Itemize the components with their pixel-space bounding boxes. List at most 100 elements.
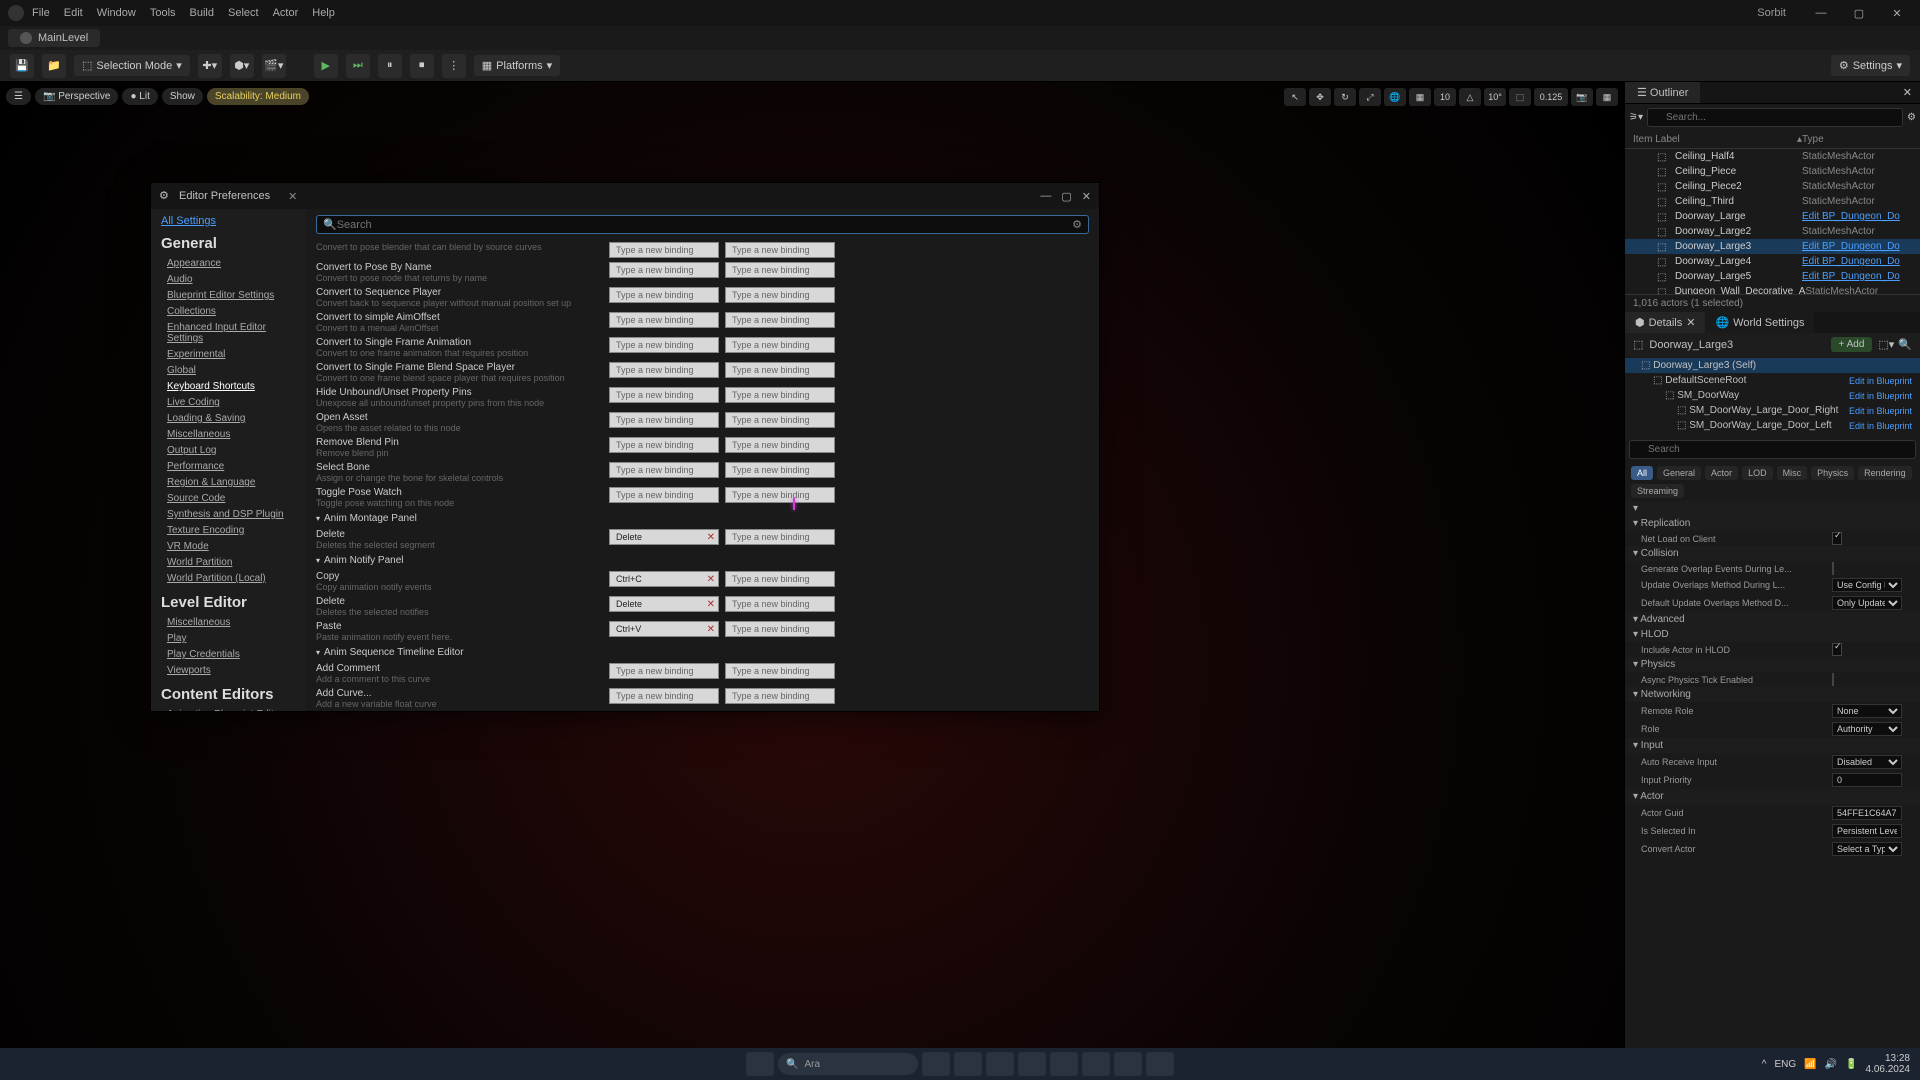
browse-icon[interactable]: 🔍 bbox=[1898, 338, 1912, 351]
lit-button[interactable]: ● Lit bbox=[122, 88, 157, 105]
surface-snap-icon[interactable]: ▦ bbox=[1409, 88, 1431, 106]
outliner-tab[interactable]: ☰ Outliner bbox=[1625, 82, 1700, 103]
category-lod[interactable]: LOD bbox=[1742, 466, 1773, 480]
outliner-row[interactable]: ⬚Ceiling_PieceStaticMeshActor bbox=[1625, 164, 1920, 179]
outliner-row[interactable]: ⬚Ceiling_ThirdStaticMeshActor bbox=[1625, 194, 1920, 209]
checkbox[interactable] bbox=[1832, 673, 1834, 686]
all-settings-link[interactable]: All Settings bbox=[161, 215, 296, 227]
details-properties[interactable]: ▾ ▾ ReplicationNet Load on Client▾ Colli… bbox=[1625, 501, 1920, 1054]
shortcut-section[interactable]: Anim Montage Panel bbox=[316, 510, 1089, 527]
sidebar-item[interactable]: Viewports bbox=[161, 663, 296, 678]
taskbar-app-7[interactable] bbox=[1114, 1052, 1142, 1076]
property-group[interactable]: ▾ Actor bbox=[1625, 789, 1920, 804]
prefs-tab-close[interactable]: ✕ bbox=[288, 190, 297, 203]
outliner-row[interactable]: ⬚Doorway_LargeEdit BP_Dungeon_Do bbox=[1625, 209, 1920, 224]
binding-input[interactable]: Type a new binding bbox=[609, 437, 719, 453]
property-select[interactable]: Use Config Default bbox=[1832, 578, 1902, 592]
select-tool-icon[interactable]: ↖ bbox=[1284, 88, 1306, 106]
scale-snap-value[interactable]: 0.125 bbox=[1534, 88, 1568, 106]
property-group[interactable]: ▾ Advanced bbox=[1625, 612, 1920, 627]
sidebar-item[interactable]: Region & Language bbox=[161, 475, 296, 490]
minimize-button[interactable]: — bbox=[1806, 7, 1836, 20]
property-group[interactable]: ▾ Collision bbox=[1625, 546, 1920, 561]
outliner-search-input[interactable] bbox=[1647, 108, 1903, 127]
sidebar-item[interactable]: Source Code bbox=[161, 491, 296, 506]
settings-icon[interactable]: ⚙ bbox=[1907, 112, 1916, 123]
binding-input-2[interactable]: Type a new binding bbox=[725, 688, 835, 704]
scalability-button[interactable]: Scalability: Medium bbox=[207, 88, 309, 105]
binding-input[interactable]: Delete✕ bbox=[609, 596, 719, 612]
checkbox[interactable] bbox=[1832, 532, 1842, 545]
prefs-maximize-button[interactable]: ▢ bbox=[1061, 190, 1071, 203]
tray-chevron-icon[interactable]: ^ bbox=[1762, 1059, 1767, 1070]
outliner-row[interactable]: ⬚Doorway_Large3Edit BP_Dungeon_Do bbox=[1625, 239, 1920, 254]
outliner-row[interactable]: ⬚Doorway_Large5Edit BP_Dungeon_Do bbox=[1625, 269, 1920, 284]
sidebar-item[interactable]: Audio bbox=[161, 272, 296, 287]
sidebar-item[interactable]: Experimental bbox=[161, 347, 296, 362]
sidebar-item[interactable]: Blueprint Editor Settings bbox=[161, 288, 296, 303]
binding-input[interactable]: Type a new binding bbox=[609, 287, 719, 303]
sidebar-item[interactable]: Enhanced Input Editor Settings bbox=[161, 320, 296, 346]
menu-window[interactable]: Window bbox=[97, 7, 136, 19]
component-row[interactable]: ⬚ SM_DoorWay_Large_Door_LeftEdit in Blue… bbox=[1625, 418, 1920, 433]
maximize-button[interactable]: ▢ bbox=[1844, 7, 1874, 20]
binding-input[interactable]: Type a new binding bbox=[609, 412, 719, 428]
prefs-sidebar[interactable]: All Settings GeneralAppearanceAudioBluep… bbox=[151, 209, 306, 711]
binding-input[interactable]: Delete✕ bbox=[609, 529, 719, 545]
sidebar-item[interactable]: Appearance bbox=[161, 256, 296, 271]
add-component-button[interactable]: + Add bbox=[1831, 337, 1873, 352]
checkbox[interactable] bbox=[1832, 643, 1842, 656]
cinematics-button[interactable]: 🎬▾ bbox=[262, 54, 286, 78]
play-options-button[interactable]: ⋮ bbox=[442, 54, 466, 78]
category-actor[interactable]: Actor bbox=[1705, 466, 1738, 480]
world-local-toggle[interactable]: 🌐 bbox=[1384, 88, 1406, 106]
property-select[interactable]: Authority bbox=[1832, 722, 1902, 736]
category-streaming[interactable]: Streaming bbox=[1631, 484, 1684, 498]
property-group[interactable]: ▾ Physics bbox=[1625, 657, 1920, 672]
binding-input[interactable]: Type a new binding bbox=[609, 362, 719, 378]
component-tree[interactable]: ⬚ Doorway_Large3 (Self)⬚ DefaultSceneRoo… bbox=[1625, 356, 1920, 435]
clear-binding-icon[interactable]: ✕ bbox=[707, 574, 715, 585]
binding-input-2[interactable]: Type a new binding bbox=[725, 596, 835, 612]
binding-input[interactable]: Type a new binding bbox=[609, 688, 719, 704]
rotate-tool-icon[interactable]: ↻ bbox=[1334, 88, 1356, 106]
details-tab[interactable]: ⬢ Details ✕ bbox=[1625, 312, 1705, 333]
binding-input-2[interactable]: Type a new binding bbox=[725, 487, 835, 503]
pause-button[interactable]: ⏸ bbox=[378, 54, 402, 78]
scale-tool-icon[interactable]: ⤢ bbox=[1359, 88, 1381, 106]
binding-input-2[interactable]: Type a new binding bbox=[725, 337, 835, 353]
sidebar-item[interactable]: Output Log bbox=[161, 443, 296, 458]
windows-taskbar[interactable]: 🔍 Ara ^ ENG 📶 🔊 🔋 13:284.06.2024 bbox=[0, 1048, 1920, 1080]
show-button[interactable]: Show bbox=[162, 88, 203, 105]
sidebar-item[interactable]: Miscellaneous bbox=[161, 615, 296, 630]
grid-snap-value[interactable]: 10 bbox=[1434, 88, 1456, 106]
add-content-button[interactable]: ✚▾ bbox=[198, 54, 222, 78]
binding-input-2[interactable]: Type a new binding bbox=[725, 437, 835, 453]
property-group[interactable]: ▾ Networking bbox=[1625, 687, 1920, 702]
play-button[interactable]: ▶ bbox=[314, 54, 338, 78]
angle-snap-value[interactable]: 10° bbox=[1484, 88, 1506, 106]
taskbar-app-2[interactable] bbox=[954, 1052, 982, 1076]
clear-binding-icon[interactable]: ✕ bbox=[707, 532, 715, 543]
level-tab[interactable]: MainLevel bbox=[8, 29, 100, 47]
tray-wifi-icon[interactable]: 📶 bbox=[1804, 1059, 1816, 1070]
sidebar-item[interactable]: Live Coding bbox=[161, 395, 296, 410]
sidebar-item[interactable]: Miscellaneous bbox=[161, 427, 296, 442]
binding-input-2[interactable]: Type a new binding bbox=[725, 529, 835, 545]
sidebar-item[interactable]: World Partition (Local) bbox=[161, 571, 296, 586]
tray-volume-icon[interactable]: 🔊 bbox=[1825, 1059, 1837, 1070]
prefs-search-input[interactable] bbox=[337, 219, 1072, 231]
binding-input-2[interactable]: Type a new binding bbox=[725, 621, 835, 637]
shortcut-section[interactable]: Anim Notify Panel bbox=[316, 552, 1089, 569]
sidebar-item[interactable]: Synthesis and DSP Plugin bbox=[161, 507, 296, 522]
outliner-list[interactable]: ⬚Ceiling_Half4StaticMeshActor⬚Ceiling_Pi… bbox=[1625, 149, 1920, 294]
outliner-row[interactable]: ⬚Dungeon_Wall_Decorative_AStaticMeshActo… bbox=[1625, 284, 1920, 294]
checkbox[interactable] bbox=[1832, 562, 1834, 575]
outliner-close-button[interactable]: ✕ bbox=[1895, 82, 1920, 103]
blueprint-button[interactable]: ⬢▾ bbox=[230, 54, 254, 78]
world-settings-tab[interactable]: 🌐 World Settings bbox=[1705, 312, 1814, 333]
camera-speed-icon[interactable]: 📷 bbox=[1571, 88, 1593, 106]
sidebar-item[interactable]: Global bbox=[161, 363, 296, 378]
property-select[interactable]: Disabled bbox=[1832, 755, 1902, 769]
shortcut-section[interactable]: Anim Sequence Timeline Editor bbox=[316, 644, 1089, 661]
